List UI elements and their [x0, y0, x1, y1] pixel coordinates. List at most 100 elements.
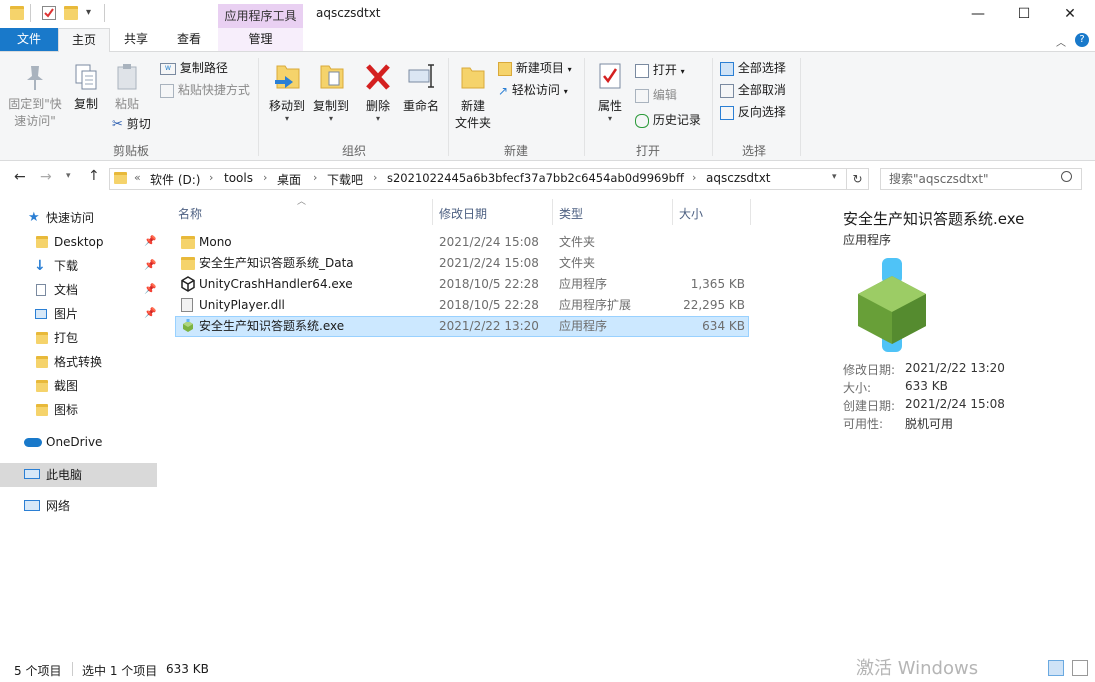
- paste-shortcut-icon: [160, 83, 174, 98]
- breadcrumb-desktop[interactable]: 桌面: [277, 171, 301, 188]
- move-to-button[interactable]: 移动到 ▾: [266, 60, 308, 123]
- delete-button[interactable]: 删除 ▾: [362, 60, 394, 123]
- breadcrumb-overflow[interactable]: «: [134, 171, 141, 184]
- status-selected: 选中 1 个项目: [82, 664, 158, 678]
- select-all-button[interactable]: 全部选择: [720, 58, 786, 78]
- nav-quick-access[interactable]: ★ 快速访问: [0, 206, 157, 230]
- properties-button[interactable]: 属性 ▾: [592, 60, 628, 123]
- group-separator: [800, 58, 801, 156]
- history-icon: [635, 113, 649, 128]
- copy-path-button[interactable]: W 复制路径: [160, 58, 228, 78]
- nav-documents[interactable]: 文档 📌: [0, 278, 157, 302]
- new-folder-quick-icon[interactable]: [64, 6, 78, 20]
- folder-icon: [181, 257, 195, 270]
- pin-to-quick-access-button[interactable]: 固定到"快 速访问": [4, 62, 66, 129]
- search-input[interactable]: 搜索"aqsczsdtxt": [880, 168, 1082, 190]
- table-row[interactable]: 安全生产知识答题系统_Data 2021/2/24 15:08 文件夹: [175, 253, 749, 274]
- nav-pictures[interactable]: 图片 📌: [0, 302, 157, 326]
- nav-folder-screenshots[interactable]: 截图: [0, 374, 157, 398]
- copy-to-button[interactable]: 复制到 ▾: [310, 60, 352, 123]
- details-view-icon[interactable]: [1048, 660, 1064, 676]
- column-header-type[interactable]: 类型: [559, 205, 583, 222]
- table-row-selected[interactable]: 安全生产知识答题系统.exe 2021/2/22 13:20 应用程序 634 …: [175, 316, 749, 337]
- address-dropdown-icon[interactable]: ▾: [832, 172, 837, 182]
- column-header-modified[interactable]: 修改日期: [439, 205, 487, 222]
- star-icon: ★: [28, 210, 40, 225]
- table-row[interactable]: Mono 2021/2/24 15:08 文件夹: [175, 232, 749, 253]
- select-none-button[interactable]: 全部取消: [720, 80, 786, 100]
- invert-selection-button[interactable]: 反向选择: [720, 102, 786, 122]
- computer-icon: [24, 469, 40, 479]
- delete-x-icon: [366, 64, 390, 90]
- breadcrumb-current[interactable]: aqsczsdtxt: [706, 171, 771, 185]
- recent-locations-icon[interactable]: ▾: [66, 171, 71, 181]
- dropdown-arrow-icon: ▾: [284, 114, 289, 123]
- open-button[interactable]: 打开 ▾: [635, 60, 685, 80]
- breadcrumb-drive[interactable]: 软件 (D:): [150, 171, 200, 188]
- tab-home[interactable]: 主页: [58, 28, 110, 52]
- back-arrow-icon[interactable]: ←: [14, 169, 26, 185]
- copy-to-icon: [320, 65, 344, 89]
- details-availability-label: 可用性:: [843, 417, 884, 431]
- properties-quick-icon[interactable]: [42, 6, 56, 20]
- tab-share[interactable]: 共享: [112, 28, 160, 51]
- properties-icon: [599, 63, 621, 89]
- nav-folder-icons[interactable]: 图标: [0, 398, 157, 422]
- nav-network[interactable]: 网络: [0, 494, 157, 518]
- help-icon[interactable]: ?: [1075, 33, 1089, 47]
- refresh-button[interactable]: ↻: [847, 168, 869, 190]
- collapse-ribbon-icon[interactable]: ︿: [1056, 34, 1066, 49]
- nav-folder-pack[interactable]: 打包: [0, 326, 157, 350]
- easy-access-button[interactable]: ↗ 轻松访问 ▾: [498, 80, 568, 100]
- new-folder-button[interactable]: 新建 文件夹: [452, 60, 494, 131]
- folder-icon: [114, 172, 127, 184]
- breadcrumb-tools[interactable]: tools: [224, 171, 253, 185]
- customize-quick-access-icon[interactable]: ▾: [86, 7, 91, 18]
- details-filetype: 应用程序: [843, 233, 892, 247]
- tab-manage[interactable]: 管理: [218, 28, 303, 51]
- edit-button[interactable]: 编辑: [635, 85, 677, 105]
- nav-desktop[interactable]: Desktop 📌: [0, 230, 157, 254]
- table-row[interactable]: UnityPlayer.dll 2018/10/5 22:28 应用程序扩展 2…: [175, 295, 749, 316]
- divider: [30, 4, 31, 22]
- column-header-name[interactable]: 名称: [178, 205, 202, 222]
- context-tab-app-tools: 应用程序工具: [218, 4, 303, 28]
- breadcrumb-hash-folder[interactable]: s2021022445a6b3bfecf37a7bb2c6454ab0d9969…: [387, 171, 684, 185]
- maximize-button[interactable]: ☐: [1001, 0, 1047, 28]
- close-button[interactable]: ✕: [1047, 0, 1093, 28]
- table-row[interactable]: UnityCrashHandler64.exe 2018/10/5 22:28 …: [175, 274, 749, 295]
- nav-folder-convert[interactable]: 格式转换: [0, 350, 157, 374]
- column-divider[interactable]: [432, 199, 433, 225]
- dropdown-arrow-icon: ▾: [328, 114, 333, 123]
- nav-downloads[interactable]: ↓ 下载 📌: [0, 254, 157, 278]
- large-icons-view-icon[interactable]: [1072, 660, 1088, 676]
- minimize-button[interactable]: —: [955, 0, 1001, 28]
- pin-icon: 📌: [144, 260, 157, 271]
- column-divider[interactable]: [552, 199, 553, 225]
- cut-button[interactable]: ✂ 剪切: [112, 114, 151, 134]
- column-divider[interactable]: [750, 199, 751, 225]
- rename-button[interactable]: 重命名: [400, 60, 442, 114]
- cloud-icon: [24, 438, 42, 447]
- forward-arrow-icon[interactable]: →: [40, 169, 52, 185]
- breadcrumb-downloads[interactable]: 下载吧: [327, 171, 363, 188]
- new-item-button[interactable]: 新建项目 ▾: [498, 58, 572, 78]
- nav-this-pc[interactable]: 此电脑: [0, 463, 157, 487]
- group-label-organize: 组织: [341, 144, 366, 158]
- details-filename: 安全生产知识答题系统.exe: [843, 210, 1025, 228]
- copy-path-icon: W: [160, 62, 176, 75]
- column-divider[interactable]: [672, 199, 673, 225]
- paste-shortcut-button[interactable]: 粘贴快捷方式: [160, 80, 250, 100]
- divider: [72, 662, 73, 676]
- up-arrow-icon[interactable]: ↑: [88, 168, 100, 184]
- new-item-icon: [498, 61, 512, 76]
- tab-file[interactable]: 文件: [0, 28, 58, 51]
- tab-view[interactable]: 查看: [164, 28, 214, 51]
- copy-button[interactable]: 复制: [68, 62, 104, 112]
- column-header-size[interactable]: 大小: [679, 205, 703, 222]
- nav-onedrive[interactable]: OneDrive: [0, 430, 157, 454]
- title-bar: ▾ 应用程序工具 aqsczsdtxt — ☐ ✕: [0, 0, 1095, 28]
- paste-button[interactable]: 粘贴: [108, 62, 146, 112]
- group-separator: [448, 58, 449, 156]
- history-button[interactable]: 历史记录: [635, 110, 701, 130]
